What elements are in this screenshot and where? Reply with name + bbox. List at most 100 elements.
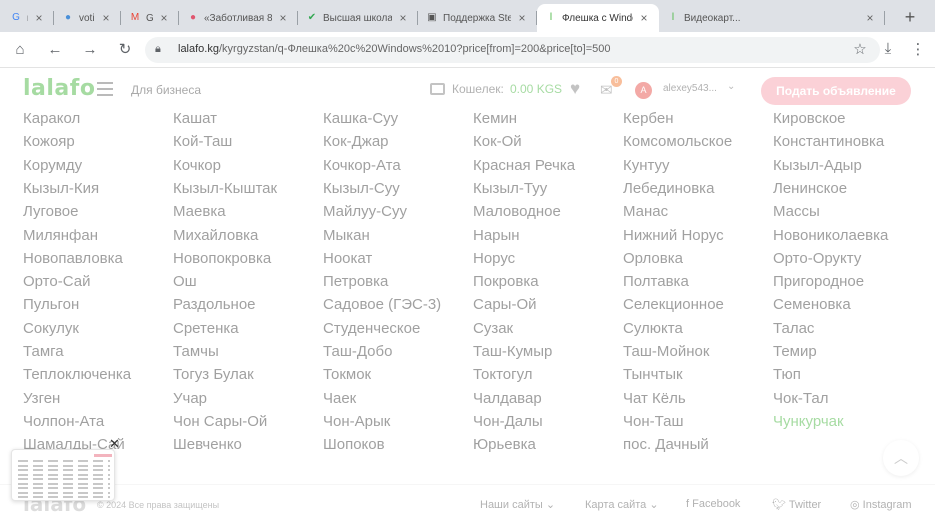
city-link[interactable]: Сары-Ой xyxy=(473,296,537,314)
city-link[interactable]: Тынчтык xyxy=(623,366,683,384)
city-link[interactable]: Константиновка xyxy=(773,133,884,151)
username-label[interactable]: alexey543... xyxy=(663,83,717,94)
city-link[interactable]: Семеновка xyxy=(773,296,851,314)
page-preview-thumbnail[interactable] xyxy=(11,449,115,501)
hamburger-menu-icon[interactable] xyxy=(97,82,113,96)
city-link[interactable]: Таш-Кумыр xyxy=(473,343,552,361)
city-link[interactable]: Кок-Ой xyxy=(473,133,522,151)
facebook-link[interactable]: f Facebook xyxy=(686,498,740,510)
city-link[interactable]: Новопавловка xyxy=(23,250,123,268)
scroll-to-top-button[interactable]: ︿ xyxy=(883,440,919,476)
city-link[interactable]: Садовое (ГЭС-3) xyxy=(323,296,441,314)
tab-close-icon[interactable]: × xyxy=(637,11,651,25)
city-link[interactable]: Тамчы xyxy=(173,343,219,361)
city-link[interactable]: Юрьевка xyxy=(473,436,536,454)
new-tab-plus-icon[interactable]: + xyxy=(899,6,921,28)
city-link[interactable]: Маевка xyxy=(173,203,226,221)
city-link[interactable]: Узген xyxy=(23,390,60,408)
browser-tab[interactable]: ✔ Высшая школа × xyxy=(298,4,418,32)
city-link[interactable]: Кызыл-Адыр xyxy=(773,157,862,175)
city-link[interactable]: Чон-Таш xyxy=(623,413,683,431)
city-link[interactable]: Маловодное xyxy=(473,203,561,221)
user-avatar[interactable]: A xyxy=(635,82,652,99)
city-link[interactable]: Шопоков xyxy=(323,436,385,454)
city-link[interactable]: Норус xyxy=(473,250,515,268)
city-link[interactable]: Кашка-Суу xyxy=(323,110,398,128)
city-link[interactable]: Кызыл-Кыштак xyxy=(173,180,277,198)
city-link[interactable]: Сокулук xyxy=(23,320,79,338)
tab-close-icon[interactable]: × xyxy=(515,11,529,25)
close-icon[interactable]: ✕ xyxy=(109,436,120,452)
lalafo-logo[interactable]: lalafo xyxy=(23,76,95,101)
city-link[interactable]: Петровка xyxy=(323,273,388,291)
city-link[interactable]: Чункурчак xyxy=(773,413,844,431)
city-link[interactable]: Теплоключенка xyxy=(23,366,131,384)
forward-icon[interactable]: → xyxy=(79,39,101,61)
city-link[interactable]: Орто-Орукту xyxy=(773,250,861,268)
city-link[interactable]: Красная Речка xyxy=(473,157,575,175)
tab-close-icon[interactable]: × xyxy=(863,11,877,25)
city-link[interactable]: Кунтуу xyxy=(623,157,670,175)
back-icon[interactable]: ← xyxy=(44,39,66,61)
city-link[interactable]: Студенческое xyxy=(323,320,420,338)
city-link[interactable]: Пригородное xyxy=(773,273,864,291)
tab-close-icon[interactable]: × xyxy=(157,11,171,25)
city-link[interactable]: Новониколаевка xyxy=(773,227,888,245)
city-link[interactable]: Тамга xyxy=(23,343,64,361)
tab-close-icon[interactable]: × xyxy=(276,11,290,25)
city-link[interactable]: Чон-Арык xyxy=(323,413,390,431)
city-link[interactable]: Сулюкта xyxy=(623,320,683,338)
city-link[interactable]: Кочкор xyxy=(173,157,221,175)
download-icon[interactable]: ⤓ xyxy=(878,40,898,57)
home-icon[interactable]: ⌂ xyxy=(9,39,31,61)
city-link[interactable]: Кок-Джар xyxy=(323,133,389,151)
city-link[interactable]: Шевченко xyxy=(173,436,242,454)
city-link[interactable]: Раздольное xyxy=(173,296,256,314)
city-link[interactable]: Токтогул xyxy=(473,366,533,384)
city-link[interactable]: Каракол xyxy=(23,110,80,128)
city-link[interactable]: Тюп xyxy=(773,366,801,384)
city-link[interactable]: Таш-Добо xyxy=(323,343,392,361)
city-link[interactable]: Ленинское xyxy=(773,180,847,198)
city-link[interactable]: Чолпон-Ата xyxy=(23,413,104,431)
favorites-heart-icon[interactable]: ♥ xyxy=(570,79,580,99)
tab-close-icon[interactable]: × xyxy=(32,11,46,25)
city-link[interactable]: Тогуз Булак xyxy=(173,366,254,384)
city-link[interactable]: Орто-Сай xyxy=(23,273,90,291)
bookmark-star-icon[interactable]: ☆ xyxy=(850,40,870,58)
browser-tab[interactable]: ▣ Поддержка Ste... × xyxy=(418,4,537,32)
city-link[interactable]: Массы xyxy=(773,203,820,221)
city-link[interactable]: Кемин xyxy=(473,110,517,128)
city-link[interactable]: Кой-Таш xyxy=(173,133,232,151)
city-link[interactable]: Полтавка xyxy=(623,273,689,291)
city-link[interactable]: Сузак xyxy=(473,320,513,338)
city-link[interactable]: Новопокровка xyxy=(173,250,271,268)
chevron-down-icon[interactable]: ⌄ xyxy=(727,81,735,92)
city-link[interactable]: Чок-Тал xyxy=(773,390,828,408)
city-link[interactable]: Темир xyxy=(773,343,817,361)
city-link[interactable]: Комсомольское xyxy=(623,133,732,151)
browser-tab[interactable]: Gкал × xyxy=(2,4,54,32)
address-bar[interactable]: 🔒︎ lalafo.kg/kyrgyzstan/q-Флешка%20c%20W… xyxy=(145,37,880,63)
wallet-amount[interactable]: 0.00 KGS xyxy=(510,82,562,96)
city-link[interactable]: Ош xyxy=(173,273,197,291)
city-link[interactable]: Ноокат xyxy=(323,250,372,268)
city-link[interactable]: Кербен xyxy=(623,110,673,128)
city-link[interactable]: Лебединовка xyxy=(623,180,714,198)
city-link[interactable]: Селекционное xyxy=(623,296,724,314)
city-link[interactable]: Кочкор-Ата xyxy=(323,157,401,175)
city-link[interactable]: Кировское xyxy=(773,110,846,128)
city-link[interactable]: Таш-Мойнок xyxy=(623,343,709,361)
browser-tab[interactable]: ● «Заботливая 85... × xyxy=(179,4,298,32)
city-link[interactable]: Чон Сары-Ой xyxy=(173,413,267,431)
city-link[interactable]: Нарын xyxy=(473,227,520,245)
city-link[interactable]: пос. Дачный xyxy=(623,436,709,454)
reload-icon[interactable]: ↻ xyxy=(114,39,136,61)
city-link[interactable]: Кожояр xyxy=(23,133,75,151)
city-link[interactable]: Луговое xyxy=(23,203,78,221)
city-link[interactable]: Мыкан xyxy=(323,227,370,245)
city-link[interactable]: Покровка xyxy=(473,273,539,291)
tab-close-icon[interactable]: × xyxy=(396,11,410,25)
city-link[interactable]: Чалдавар xyxy=(473,390,542,408)
city-link[interactable]: Талас xyxy=(773,320,814,338)
